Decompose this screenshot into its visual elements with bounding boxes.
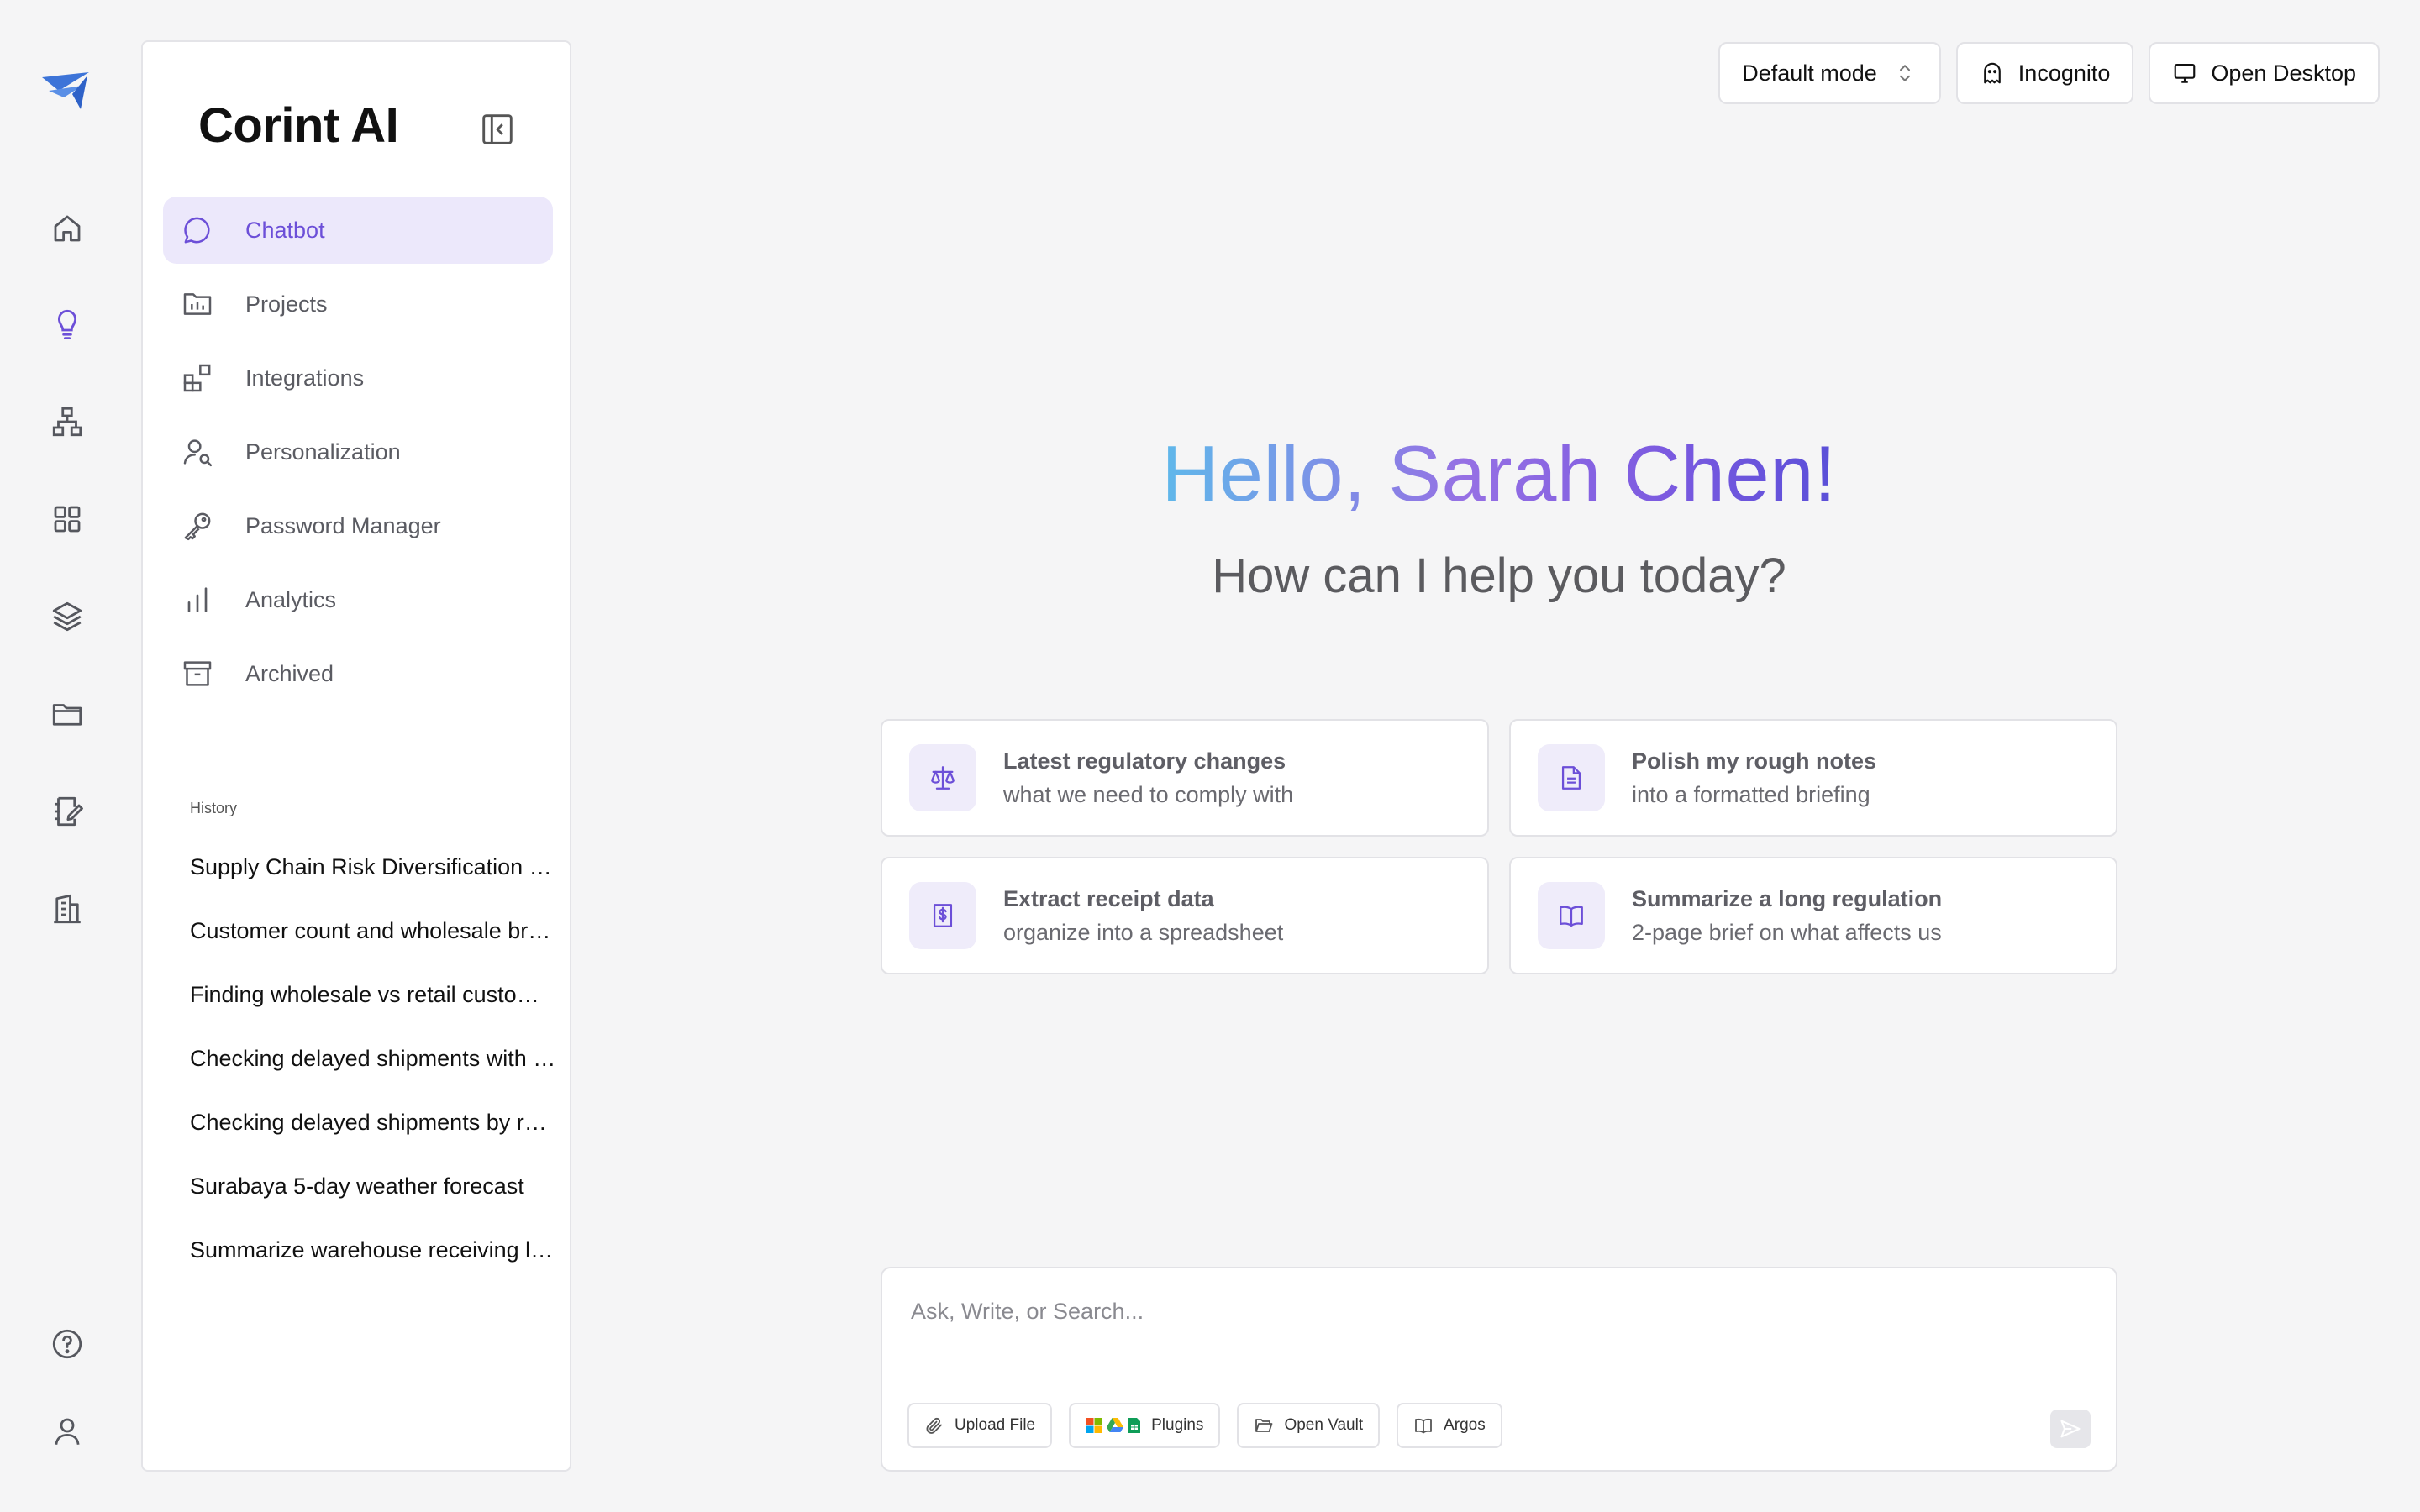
history-item[interactable]: Summarize warehouse receiving logs xyxy=(190,1228,556,1292)
composer-tools: Upload File Plugins Open Vault Argos xyxy=(908,1403,1502,1448)
sidebar-item-label: Projects xyxy=(245,291,328,317)
key-icon xyxy=(180,508,215,543)
folder-chart-icon xyxy=(180,286,215,322)
incognito-button[interactable]: Incognito xyxy=(1955,42,2134,104)
folder-open-icon xyxy=(1255,1419,1273,1432)
suggestion-title: Extract receipt data xyxy=(1003,886,1214,911)
help-icon[interactable] xyxy=(42,1319,92,1369)
suggestion-card-receipt[interactable]: Extract receipt data organize into a spr… xyxy=(881,857,1489,974)
sidebar-item-analytics[interactable]: Analytics xyxy=(163,566,553,633)
sidebar-item-label: Chatbot xyxy=(245,217,325,243)
sidebar-item-archived[interactable]: Archived xyxy=(163,640,553,707)
google-drive-icon xyxy=(1107,1418,1124,1432)
book-open-icon xyxy=(1415,1418,1432,1434)
suggestion-subtitle: what we need to comply with xyxy=(1003,782,1294,807)
send-icon xyxy=(2060,1420,2081,1438)
ghost-icon xyxy=(1983,62,2001,84)
upload-file-button[interactable]: Upload File xyxy=(908,1403,1053,1448)
building-icon[interactable] xyxy=(42,884,92,934)
sidebar: Corint AI Chatbot Projects Integrations xyxy=(141,40,571,1472)
argos-button[interactable]: Argos xyxy=(1397,1403,1502,1448)
lightbulb-icon[interactable] xyxy=(42,299,92,349)
plugins-button[interactable]: Plugins xyxy=(1069,1403,1221,1448)
folder-icon[interactable] xyxy=(42,689,92,739)
mode-select-label: Default mode xyxy=(1742,60,1877,86)
sidebar-item-label: Integrations xyxy=(245,365,365,391)
history-item[interactable]: Surabaya 5-day weather forecast xyxy=(190,1164,556,1228)
chevron-up-down-icon xyxy=(1899,65,1910,81)
paperclip-icon xyxy=(926,1417,942,1434)
chat-input[interactable] xyxy=(911,1299,1919,1325)
history-item[interactable]: Customer count and wholesale breakdown xyxy=(190,909,556,973)
plugin-logos xyxy=(1086,1417,1141,1434)
sidebar-item-projects[interactable]: Projects xyxy=(163,270,553,338)
suggestion-card-regulation[interactable]: Summarize a long regulation 2-page brief… xyxy=(1509,857,2118,974)
grid-icon[interactable] xyxy=(42,494,92,544)
mode-select[interactable]: Default mode xyxy=(1718,42,1941,104)
send-button[interactable] xyxy=(2050,1410,2091,1448)
receipt-icon xyxy=(909,882,976,949)
greeting: Hello, Sarah Chen! How can I help you to… xyxy=(881,428,2118,604)
suggestion-subtitle: into a formatted briefing xyxy=(1632,782,1870,807)
sidebar-item-label: Analytics xyxy=(245,586,337,612)
upload-file-label: Upload File xyxy=(955,1416,1036,1434)
history-item[interactable]: Supply Chain Risk Diversification Strate… xyxy=(190,845,556,909)
sidebar-item-password-manager[interactable]: Password Manager xyxy=(163,492,553,559)
notebook-edit-icon[interactable] xyxy=(42,786,92,837)
plugins-label: Plugins xyxy=(1151,1416,1204,1434)
history-heading: History xyxy=(190,800,238,816)
google-sheets-icon xyxy=(1128,1418,1141,1433)
microsoft-logo-icon xyxy=(1086,1418,1102,1433)
scales-icon xyxy=(909,744,976,811)
suggestion-cards: Latest regulatory changes what we need t… xyxy=(881,719,2118,974)
suggestion-title: Latest regulatory changes xyxy=(1003,748,1286,774)
user-icon[interactable] xyxy=(42,1406,92,1457)
incognito-label: Incognito xyxy=(2018,60,2111,86)
sidebar-item-chatbot[interactable]: Chatbot xyxy=(163,197,553,264)
argos-label: Argos xyxy=(1444,1416,1486,1434)
sidebar-item-integrations[interactable]: Integrations xyxy=(163,344,553,412)
icon-rail xyxy=(0,0,134,1512)
archive-icon xyxy=(180,656,215,691)
home-icon[interactable] xyxy=(42,203,92,254)
open-vault-label: Open Vault xyxy=(1284,1416,1364,1434)
open-vault-button[interactable]: Open Vault xyxy=(1237,1403,1381,1448)
sidebar-nav: Chatbot Projects Integrations Personaliz… xyxy=(163,197,553,714)
monitor-icon xyxy=(2175,63,2196,83)
bar-chart-icon xyxy=(180,582,215,617)
sidebar-item-label: Personalization xyxy=(245,438,401,465)
document-icon xyxy=(1538,744,1605,811)
suggestion-card-regulatory[interactable]: Latest regulatory changes what we need t… xyxy=(881,719,1489,837)
sidebar-item-label: Archived xyxy=(245,660,334,686)
top-toolbar: Default mode Incognito Open Desktop xyxy=(1718,42,2380,104)
app-name: Corint AI xyxy=(198,98,399,153)
open-desktop-label: Open Desktop xyxy=(2211,60,2356,86)
greeting-title: Hello, Sarah Chen! xyxy=(1161,429,1837,517)
app-logo-icon[interactable] xyxy=(39,69,92,113)
integrations-icon xyxy=(180,360,215,396)
user-search-icon xyxy=(180,434,215,470)
suggestion-subtitle: organize into a spreadsheet xyxy=(1003,920,1284,945)
suggestion-card-notes[interactable]: Polish my rough notes into a formatted b… xyxy=(1509,719,2118,837)
suggestion-title: Polish my rough notes xyxy=(1632,748,1877,774)
greeting-subtitle: How can I help you today? xyxy=(1212,549,1786,603)
history-list: Supply Chain Risk Diversification Strate… xyxy=(190,845,556,1292)
org-chart-icon[interactable] xyxy=(42,396,92,447)
sidebar-item-label: Password Manager xyxy=(245,512,441,538)
suggestion-subtitle: 2-page brief on what affects us xyxy=(1632,920,1942,945)
chat-composer: Upload File Plugins Open Vault Argos xyxy=(881,1267,2118,1472)
chat-bubble-icon xyxy=(180,213,215,248)
history-item[interactable]: Checking delayed shipments with vendors xyxy=(190,1037,556,1100)
sidebar-item-personalization[interactable]: Personalization xyxy=(163,418,553,486)
book-icon xyxy=(1538,882,1605,949)
history-item[interactable]: Checking delayed shipments by region xyxy=(190,1100,556,1164)
open-desktop-button[interactable]: Open Desktop xyxy=(2149,42,2380,104)
history-item[interactable]: Finding wholesale vs retail customers xyxy=(190,973,556,1037)
layers-icon[interactable] xyxy=(42,591,92,642)
suggestion-title: Summarize a long regulation xyxy=(1632,886,1943,911)
collapse-sidebar-icon[interactable] xyxy=(476,108,519,151)
